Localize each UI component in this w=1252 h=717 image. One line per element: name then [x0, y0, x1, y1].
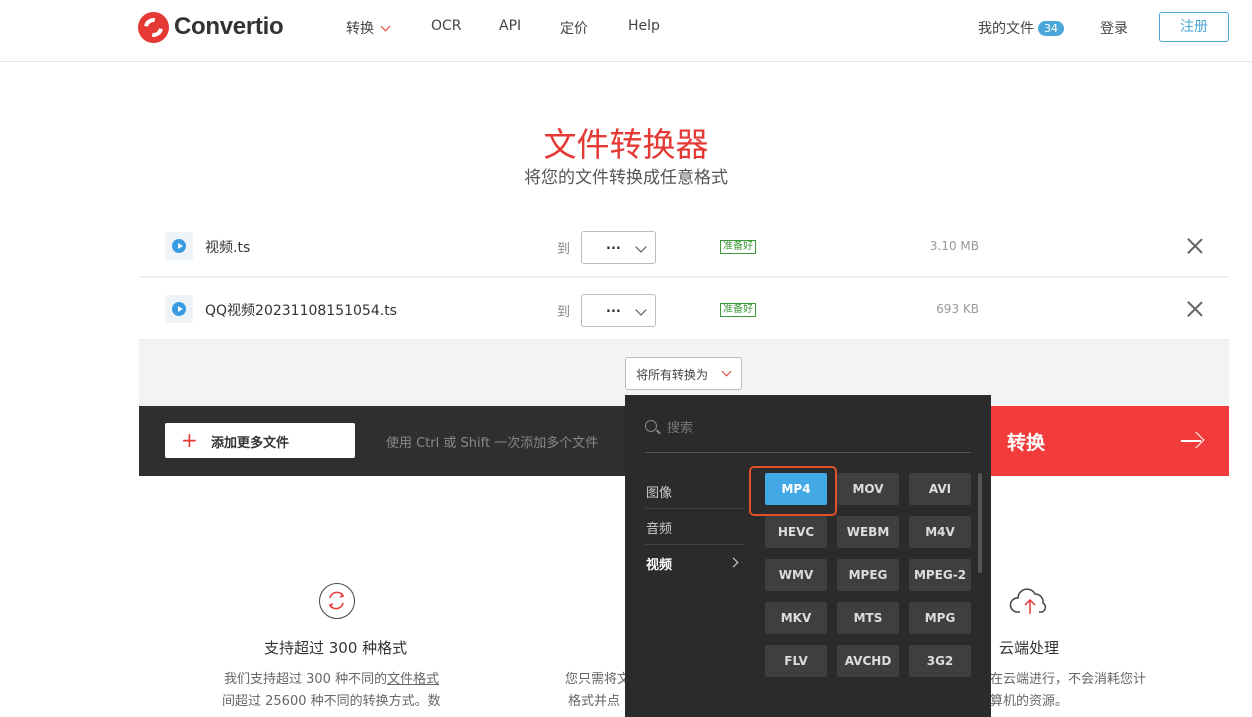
my-files-link[interactable]: 我的文件 34 [978, 18, 1064, 38]
file-size: 3.10 MB [929, 239, 979, 253]
format-option-flv[interactable]: FLV [765, 645, 827, 677]
format-option-mpeg[interactable]: MPEG [837, 559, 899, 591]
nav-ocr[interactable]: OCR [431, 18, 462, 34]
refresh-icon [319, 583, 355, 619]
close-icon[interactable] [1187, 238, 1203, 254]
format-option-mkv[interactable]: MKV [765, 602, 827, 634]
feature-text: 算机的资源。 [990, 694, 1069, 709]
category-label: 音频 [646, 522, 673, 537]
category-image[interactable]: 图像 [645, 473, 745, 508]
format-value: ... [606, 301, 621, 316]
file-row: 视频.ts 到 ... 准备好 3.10 MB [139, 215, 1229, 277]
plus-icon: + [181, 428, 198, 452]
status-badge: 准备好 [720, 240, 756, 254]
search-input[interactable] [667, 417, 967, 439]
login-link[interactable]: 登录 [1100, 18, 1128, 38]
to-label: 到 [557, 305, 571, 320]
file-row: QQ视频20231108151054.ts 到 ... 准备好 693 KB [139, 278, 1229, 340]
my-files-count-badge: 34 [1038, 21, 1064, 36]
format-option-avi[interactable]: AVI [909, 473, 971, 505]
search-icon [645, 420, 657, 432]
format-option-mts[interactable]: MTS [837, 602, 899, 634]
status-badge: 准备好 [720, 303, 756, 317]
format-option-mpg[interactable]: MPG [909, 602, 971, 634]
selection-highlight [749, 466, 837, 516]
to-label: 到 [557, 242, 571, 257]
play-icon[interactable] [165, 232, 193, 260]
logo[interactable]: Convertio [138, 11, 284, 43]
add-more-files-button[interactable]: + 添加更多文件 [165, 423, 355, 458]
convert-button[interactable]: 转换 [991, 406, 1229, 476]
feature-text: 您只需将文 [565, 672, 631, 687]
feature-text: 在云端进行，不会消耗您计 [990, 672, 1147, 687]
file-formats-link[interactable]: 文件格式 [387, 672, 439, 687]
page-subtitle: 将您的文件转换成任意格式 [524, 168, 728, 188]
feature-text: 格式并点 [568, 694, 621, 709]
cloud-upload-icon [1009, 586, 1051, 616]
format-dropdown: 图像 音频 视频 MP4 MOV AVI HEVC WEBM M4V WMV M… [625, 395, 991, 717]
format-option-avchd[interactable]: AVCHD [837, 645, 899, 677]
file-size: 693 KB [936, 302, 979, 316]
scrollbar[interactable] [978, 473, 982, 573]
add-more-label: 添加更多文件 [211, 436, 290, 451]
file-name: 视频.ts [205, 240, 251, 256]
logo-text: Convertio [174, 13, 284, 40]
close-icon[interactable] [1187, 301, 1203, 317]
my-files-label: 我的文件 [978, 21, 1034, 37]
convertio-logo-icon [138, 11, 169, 43]
chevron-right-icon [728, 557, 739, 568]
format-option-hevc[interactable]: HEVC [765, 516, 827, 548]
feature-title: 支持超过 300 种格式 [264, 639, 408, 657]
top-header: Convertio 转换 OCR API 定价 Help 我的文件 34 登录 注… [0, 0, 1252, 62]
category-label: 视频 [646, 558, 673, 573]
chevron-down-icon [380, 21, 391, 32]
chevron-down-icon [721, 366, 732, 377]
convert-all-select[interactable]: 将所有转换为 [625, 357, 742, 390]
format-option-mpeg-2[interactable]: MPEG-2 [909, 559, 971, 591]
nav-convert[interactable]: 转换 [346, 18, 391, 38]
feature-title: 云端处理 [999, 639, 1060, 657]
register-button[interactable]: 注册 [1159, 12, 1229, 42]
nav-convert-label: 转换 [346, 21, 374, 37]
format-option-3g2[interactable]: 3G2 [909, 645, 971, 677]
convert-all-label: 将所有转换为 [636, 368, 709, 382]
nav-api[interactable]: API [499, 18, 521, 34]
format-option-webm[interactable]: WEBM [837, 516, 899, 548]
feature-text: 我们支持超过 300 种不同的文件格式 [224, 669, 439, 691]
feature-text: 间超过 25600 种不同的转换方式。数 [222, 694, 441, 709]
nav-help[interactable]: Help [628, 18, 660, 34]
format-option-wmv[interactable]: WMV [765, 559, 827, 591]
file-name: QQ视频20231108151054.ts [205, 303, 397, 319]
chevron-down-icon [635, 241, 647, 253]
page-title: 文件转换器 [543, 125, 709, 164]
format-value: ... [606, 238, 621, 253]
format-option-m4v[interactable]: M4V [909, 516, 971, 548]
format-search [645, 415, 971, 453]
format-select[interactable]: ... [581, 294, 656, 327]
convert-label: 转换 [1007, 432, 1046, 454]
multi-select-hint: 使用 Ctrl 或 Shift 一次添加多个文件 [386, 436, 599, 451]
arrow-right-icon [1181, 431, 1201, 451]
category-video[interactable]: 视频 [645, 545, 745, 580]
format-select[interactable]: ... [581, 231, 656, 264]
format-option-mov[interactable]: MOV [837, 473, 899, 505]
feature-text-part: 我们支持超过 300 种不同的 [224, 672, 388, 687]
category-audio[interactable]: 音频 [645, 509, 745, 544]
play-icon[interactable] [165, 295, 193, 323]
nav-pricing[interactable]: 定价 [560, 18, 588, 38]
category-label: 图像 [646, 486, 673, 501]
chevron-down-icon [635, 304, 647, 316]
